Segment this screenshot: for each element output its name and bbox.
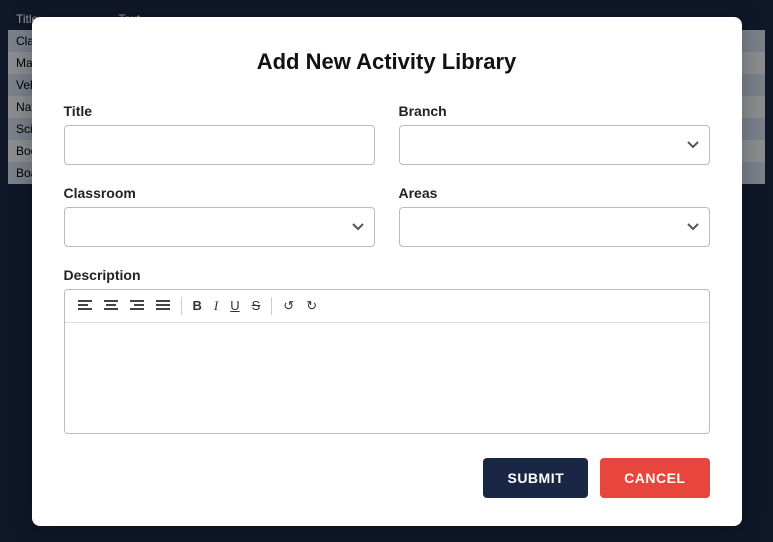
classroom-select[interactable] (64, 207, 375, 247)
modal-overlay: Add New Activity Library Title Branch Cl… (0, 0, 773, 542)
strikethrough-button[interactable]: S (247, 296, 266, 315)
modal-title: Add New Activity Library (64, 49, 710, 75)
areas-select[interactable] (399, 207, 710, 247)
form-row-title-branch: Title Branch (64, 103, 710, 165)
undo-button[interactable]: ↺ (278, 296, 299, 315)
classroom-label: Classroom (64, 185, 375, 201)
cancel-button[interactable]: CANCEL (600, 458, 709, 498)
description-section: Description (64, 267, 710, 434)
form-row-classroom-areas: Classroom Areas (64, 185, 710, 247)
form-group-classroom: Classroom (64, 185, 375, 247)
add-activity-library-modal: Add New Activity Library Title Branch Cl… (32, 17, 742, 526)
editor-toolbar: B I U S ↺ ↻ (65, 290, 709, 323)
italic-button[interactable]: I (209, 296, 223, 315)
branch-label: Branch (399, 103, 710, 119)
bold-button[interactable]: B (188, 296, 207, 315)
title-input[interactable] (64, 125, 375, 165)
toolbar-separator-1 (181, 297, 182, 315)
description-editor-area[interactable] (65, 323, 709, 433)
branch-select[interactable] (399, 125, 710, 165)
form-group-branch: Branch (399, 103, 710, 165)
title-label: Title (64, 103, 375, 119)
toolbar-separator-2 (271, 297, 272, 315)
align-center-button[interactable] (99, 296, 123, 316)
redo-button[interactable]: ↻ (301, 296, 322, 315)
areas-label: Areas (399, 185, 710, 201)
description-editor-wrapper: B I U S ↺ ↻ (64, 289, 710, 434)
submit-button[interactable]: SUBMIT (483, 458, 588, 498)
underline-button[interactable]: U (225, 296, 244, 315)
align-justify-button[interactable] (151, 296, 175, 316)
align-left-button[interactable] (73, 296, 97, 316)
align-right-button[interactable] (125, 296, 149, 316)
form-group-areas: Areas (399, 185, 710, 247)
description-label: Description (64, 267, 710, 283)
form-group-title: Title (64, 103, 375, 165)
modal-footer: SUBMIT CANCEL (64, 458, 710, 498)
